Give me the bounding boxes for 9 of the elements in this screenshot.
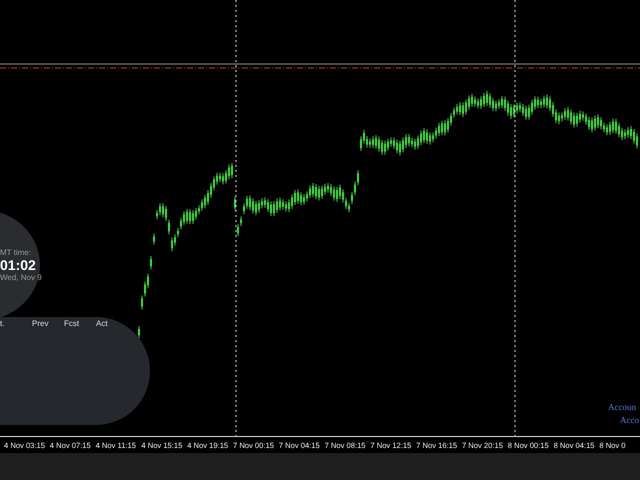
account-label: Acco bbox=[620, 415, 639, 425]
column-header: Fcst bbox=[64, 319, 80, 328]
column-header: Act bbox=[96, 319, 109, 328]
clock-label: MT time: bbox=[0, 248, 31, 257]
account-label: Accoun bbox=[608, 402, 637, 412]
column-header: t. bbox=[0, 319, 6, 328]
column-header: Prev bbox=[32, 319, 50, 328]
clock-time: 01:02 bbox=[0, 257, 36, 273]
clock-date: Wed, Nov 9 bbox=[0, 273, 42, 282]
